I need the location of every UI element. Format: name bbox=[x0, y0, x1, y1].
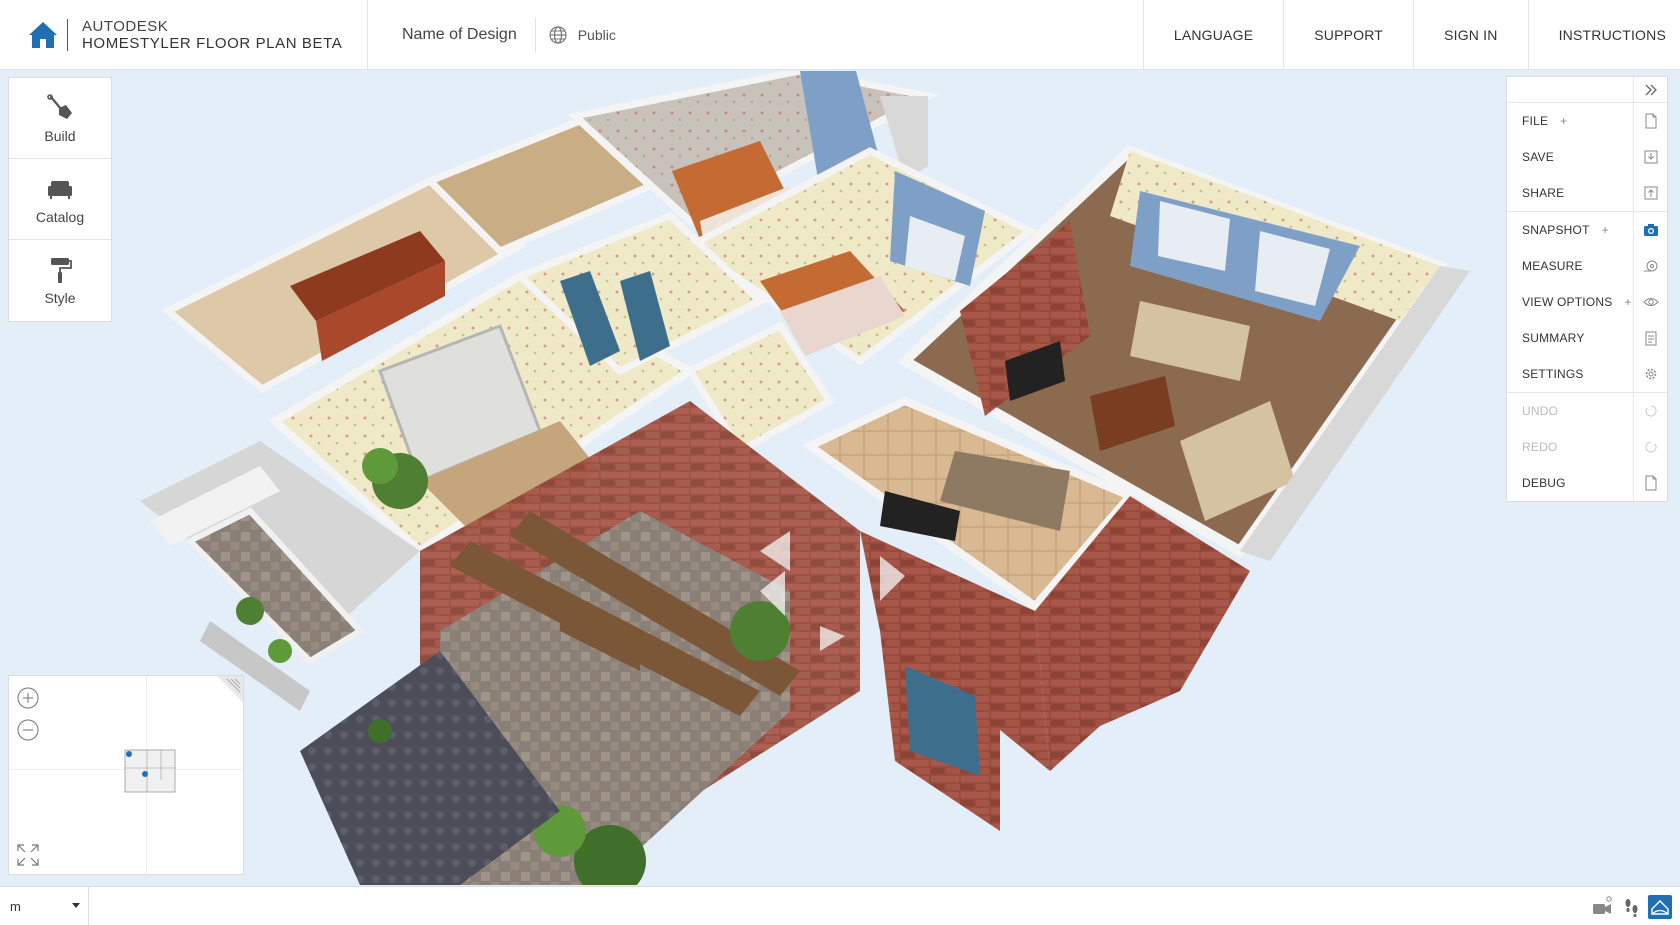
build-tool-button[interactable]: Build bbox=[9, 78, 111, 159]
brand-company: AUTODESK bbox=[82, 17, 169, 35]
brand-logo-area[interactable]: AUTODESK HOMESTYLER FLOOR PLAN BETA bbox=[0, 0, 368, 70]
menu-measure-label: MEASURE bbox=[1522, 259, 1583, 273]
resize-grip-icon[interactable] bbox=[217, 676, 243, 702]
left-toolbar: Build Catalog Style bbox=[8, 77, 112, 322]
video-camera-icon bbox=[1593, 896, 1612, 914]
brand-product-name: HOMESTYLER bbox=[82, 34, 192, 52]
visibility-label[interactable]: Public bbox=[578, 27, 616, 43]
zoom-in-icon[interactable] bbox=[16, 686, 40, 710]
debug-file-icon bbox=[1645, 475, 1656, 491]
design-name[interactable]: Name of Design bbox=[402, 26, 517, 44]
menu-save[interactable]: SAVE bbox=[1507, 139, 1667, 175]
double-chevron-right-icon bbox=[1645, 84, 1657, 96]
menu-settings-label: SETTINGS bbox=[1522, 367, 1584, 381]
share-icon bbox=[1644, 186, 1657, 200]
floor-plan-3d-render bbox=[140, 71, 1470, 885]
menu-view-options-plus: + bbox=[1624, 295, 1632, 309]
brand-product-suffix: FLOOR PLAN BETA bbox=[196, 34, 343, 52]
menu-save-label: SAVE bbox=[1522, 150, 1554, 164]
catalog-tool-label: Catalog bbox=[35, 208, 85, 225]
clipboard-icon bbox=[1645, 331, 1656, 346]
redo-icon bbox=[1645, 441, 1657, 453]
menu-file-label: FILE bbox=[1522, 114, 1549, 128]
menu-file-plus: + bbox=[1560, 114, 1568, 128]
3d-view-button[interactable] bbox=[1648, 895, 1672, 919]
collapse-panel-button[interactable] bbox=[1633, 77, 1667, 103]
save-icon bbox=[1644, 150, 1657, 164]
right-menu-panel: FILE + SAVE SHARE SNAPSHOT + MEASURE VIE… bbox=[1506, 76, 1668, 502]
gear-icon bbox=[1645, 368, 1656, 380]
brand-text: AUTODESK HOMESTYLER FLOOR PLAN BETA bbox=[82, 18, 342, 52]
minimap-floorplan-thumbnail bbox=[124, 749, 176, 793]
chevron-down-icon bbox=[72, 903, 80, 908]
3d-house-icon bbox=[1651, 900, 1669, 915]
menu-settings[interactable]: SETTINGS bbox=[1507, 356, 1667, 392]
nav-sign-in[interactable]: SIGN IN bbox=[1413, 0, 1528, 70]
top-nav: LANGUAGE SUPPORT SIGN IN INSTRUCTIONS bbox=[1142, 0, 1680, 70]
file-group: FILE + SAVE SHARE bbox=[1507, 103, 1667, 212]
home-logo-icon bbox=[29, 21, 57, 48]
build-tool-label: Build bbox=[44, 127, 76, 144]
nav-language[interactable]: LANGUAGE bbox=[1142, 0, 1283, 70]
file-icon bbox=[1645, 113, 1656, 129]
eye-icon bbox=[1642, 298, 1659, 306]
undo-icon bbox=[1644, 405, 1656, 417]
menu-redo-label: REDO bbox=[1522, 440, 1558, 454]
style-tool-button[interactable]: Style bbox=[9, 240, 111, 321]
menu-snapshot[interactable]: SNAPSHOT + bbox=[1507, 212, 1667, 248]
fullscreen-icon[interactable] bbox=[15, 842, 41, 868]
menu-undo-label: UNDO bbox=[1522, 404, 1559, 418]
menu-undo[interactable]: UNDO bbox=[1507, 393, 1667, 429]
menu-view-options-label: VIEW OPTIONS bbox=[1522, 295, 1613, 309]
walk-view-button[interactable] bbox=[1620, 895, 1644, 919]
menu-view-options[interactable]: VIEW OPTIONS + bbox=[1507, 284, 1667, 320]
menu-snapshot-plus: + bbox=[1601, 223, 1609, 237]
footprints-icon bbox=[1625, 899, 1638, 917]
style-tool-label: Style bbox=[44, 290, 76, 306]
globe-icon[interactable] bbox=[548, 25, 568, 45]
bottom-status-bar: m bbox=[0, 886, 1680, 925]
zoom-out-icon[interactable] bbox=[16, 718, 40, 742]
menu-share-label: SHARE bbox=[1522, 186, 1565, 200]
top-header: AUTODESK HOMESTYLER FLOOR PLAN BETA Name… bbox=[0, 0, 1680, 70]
edit-group: UNDO REDO DEBUG bbox=[1507, 393, 1667, 501]
catalog-tool-button[interactable]: Catalog bbox=[9, 159, 111, 240]
menu-share[interactable]: SHARE bbox=[1507, 175, 1667, 211]
menu-summary[interactable]: SUMMARY bbox=[1507, 320, 1667, 356]
nav-support[interactable]: SUPPORT bbox=[1283, 0, 1413, 70]
3d-viewport[interactable] bbox=[0, 71, 1680, 885]
unit-select-value: m bbox=[10, 898, 21, 914]
paint-roller-icon bbox=[51, 258, 72, 283]
menu-measure[interactable]: MEASURE bbox=[1507, 248, 1667, 284]
minimap-panel[interactable] bbox=[8, 675, 244, 875]
sofa-icon bbox=[48, 180, 72, 199]
menu-file[interactable]: FILE + bbox=[1507, 103, 1667, 139]
tape-measure-icon bbox=[1643, 260, 1657, 272]
view-group: SNAPSHOT + MEASURE VIEW OPTIONS + SUMMAR… bbox=[1507, 212, 1667, 393]
camera-view-button[interactable] bbox=[1590, 895, 1614, 919]
right-panel-header bbox=[1507, 77, 1667, 103]
menu-debug-label: DEBUG bbox=[1522, 476, 1566, 490]
shovel-icon bbox=[47, 93, 72, 119]
design-divider bbox=[534, 17, 536, 52]
menu-snapshot-label: SNAPSHOT bbox=[1522, 223, 1590, 237]
camera-icon bbox=[1643, 224, 1658, 236]
menu-redo[interactable]: REDO bbox=[1507, 429, 1667, 465]
unit-select[interactable]: m bbox=[0, 887, 89, 925]
menu-summary-label: SUMMARY bbox=[1522, 331, 1585, 345]
menu-debug[interactable]: DEBUG bbox=[1507, 465, 1667, 501]
nav-instructions[interactable]: INSTRUCTIONS bbox=[1527, 0, 1680, 70]
brand-divider bbox=[67, 18, 68, 51]
